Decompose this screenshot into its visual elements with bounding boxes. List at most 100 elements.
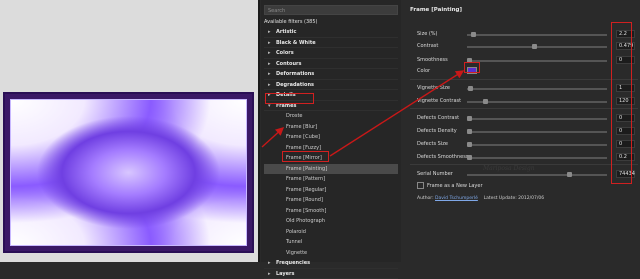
filter-item[interactable]: Frame [Smooth] [264, 206, 398, 217]
category-deformations[interactable]: ▸ Deformations [264, 69, 398, 80]
filter-item[interactable]: Tunnel [264, 237, 398, 248]
chevron-right-icon[interactable]: ▸ [268, 90, 271, 101]
watermark-text: Mariposa Design [483, 165, 535, 172]
search-input[interactable]: Search [264, 5, 398, 15]
param-row: Contrast0.479 [417, 42, 637, 52]
chevron-right-icon[interactable]: ▸ [268, 269, 271, 279]
author-link[interactable]: David Tschumperlé [435, 196, 478, 201]
chevron-right-icon[interactable]: ▸ [268, 27, 271, 38]
param-slider[interactable] [467, 144, 607, 146]
chevron-right-icon[interactable]: ▸ [268, 258, 271, 269]
checkbox-label: Frame as a New Layer [427, 183, 483, 189]
latest-update: Latest Update: 2012/07/06 [484, 196, 545, 201]
preview-panel [0, 0, 258, 262]
param-row: Defects Density 0 [417, 127, 637, 137]
param-value-input[interactable]: 0 [616, 114, 635, 122]
param-label: Vignette Contrast [417, 98, 461, 104]
slider-handle[interactable] [467, 129, 472, 134]
param-slider[interactable] [467, 60, 607, 62]
filter-item[interactable]: Polaroid [264, 227, 398, 238]
param-label: Smoothness [417, 57, 448, 63]
param-value-input[interactable]: 0.479 [616, 42, 635, 50]
color-swatch[interactable] [467, 67, 477, 74]
param-label: Vignette Size [417, 85, 450, 91]
filter-item[interactable]: Frame [Blur] [264, 122, 398, 133]
param-value-input[interactable]: 0 [616, 127, 635, 135]
slider-handle[interactable] [567, 172, 572, 177]
slider-handle[interactable] [467, 142, 472, 147]
category-label: Layers [276, 271, 295, 277]
slider-handle[interactable] [467, 116, 472, 121]
category-details[interactable]: ▸ Details [264, 90, 398, 101]
filter-item[interactable]: Frame [Painting] [264, 164, 398, 175]
author-label: Author: [417, 196, 434, 201]
param-slider[interactable] [467, 46, 607, 48]
slider-handle[interactable] [471, 32, 476, 37]
param-label: Defects Density [417, 128, 457, 134]
param-value-input[interactable]: 0 [616, 56, 635, 64]
filter-item[interactable]: Frame [Mirror] [264, 153, 398, 164]
category-label: Frames [276, 103, 297, 109]
filter-item[interactable]: Frame [Fuzzy] [264, 143, 398, 154]
category-label: Deformations [276, 71, 314, 77]
separator [410, 79, 638, 80]
param-row: Size (%) 2.2 [417, 30, 637, 40]
param-slider[interactable] [467, 174, 607, 176]
filter-item[interactable]: Old Photograph [264, 216, 398, 227]
category-black-white[interactable]: ▸Black & White [264, 38, 398, 49]
filter-item[interactable]: Frame [Round] [264, 195, 398, 206]
param-value-input[interactable]: 0 [616, 140, 635, 148]
settings-panel: Frame [Painting] Size (%)2.2Contrast0.47… [401, 0, 640, 262]
param-row: Defects Size0 [417, 140, 637, 150]
filter-item[interactable]: Frame [Pattern] [264, 174, 398, 185]
category-colors[interactable]: ▸Colors [264, 48, 398, 59]
param-value-input[interactable]: 120 [616, 97, 635, 105]
separator [410, 108, 638, 109]
available-filters-label: Available filters (385) [264, 19, 398, 25]
category-label: Contours [276, 61, 302, 67]
checkbox-icon[interactable] [417, 182, 424, 189]
param-label: Size (%) [417, 31, 438, 37]
slider-handle[interactable] [467, 58, 472, 63]
param-value-input[interactable]: 0.2 [616, 153, 635, 161]
category-contours[interactable]: ▸ Contours [264, 59, 398, 70]
slider-handle[interactable] [468, 86, 473, 91]
preview-image [3, 92, 254, 253]
chevron-right-icon[interactable]: ▸ [268, 38, 271, 49]
filter-item[interactable]: Frame [Regular] [264, 185, 398, 196]
param-slider[interactable] [467, 118, 607, 120]
param-slider[interactable] [467, 131, 607, 133]
new-layer-checkbox[interactable]: Frame as a New Layer [417, 182, 483, 189]
chevron-right-icon[interactable]: ▸ [268, 48, 271, 59]
slider-handle[interactable] [467, 155, 472, 160]
param-row: Smoothness 0 [417, 56, 637, 66]
chevron-down-icon[interactable]: ▾ [268, 101, 271, 112]
chevron-right-icon[interactable]: ▸ [268, 80, 271, 91]
category-layers[interactable]: ▸ Layers [264, 269, 398, 279]
panel-divider[interactable] [258, 0, 260, 262]
chevron-right-icon[interactable]: ▸ [268, 59, 271, 70]
param-row: Color [417, 67, 637, 77]
chevron-right-icon[interactable]: ▸ [268, 69, 271, 80]
category-frames[interactable]: ▾ Frames [264, 101, 398, 112]
param-row: Vignette Contrast 120 [417, 97, 637, 107]
category-label: Details [276, 92, 296, 98]
slider-handle[interactable] [483, 99, 488, 104]
filter-item[interactable]: Frame [Cube] [264, 132, 398, 143]
param-slider[interactable] [467, 157, 607, 159]
param-value-input[interactable]: 2.2 [616, 30, 635, 38]
param-value-input[interactable]: 1 [616, 84, 635, 92]
param-label: Defects Smoothness [417, 154, 468, 160]
category-label: Frequencies [276, 260, 310, 266]
param-slider[interactable] [467, 88, 607, 90]
filter-item[interactable]: Vignette [264, 248, 398, 259]
category-degradations[interactable]: ▸ Degradations [264, 80, 398, 91]
filters-panel: Search Available filters (385) ▸Artistic… [261, 0, 401, 262]
category-frequencies[interactable]: ▸ Frequencies [264, 258, 398, 269]
slider-handle[interactable] [532, 44, 537, 49]
category-label: Degradations [276, 82, 314, 88]
param-value-input[interactable]: 74434 [616, 170, 635, 178]
category-artistic[interactable]: ▸Artistic [264, 27, 398, 38]
filter-item[interactable]: Droste [264, 111, 398, 122]
param-slider[interactable] [467, 34, 607, 36]
